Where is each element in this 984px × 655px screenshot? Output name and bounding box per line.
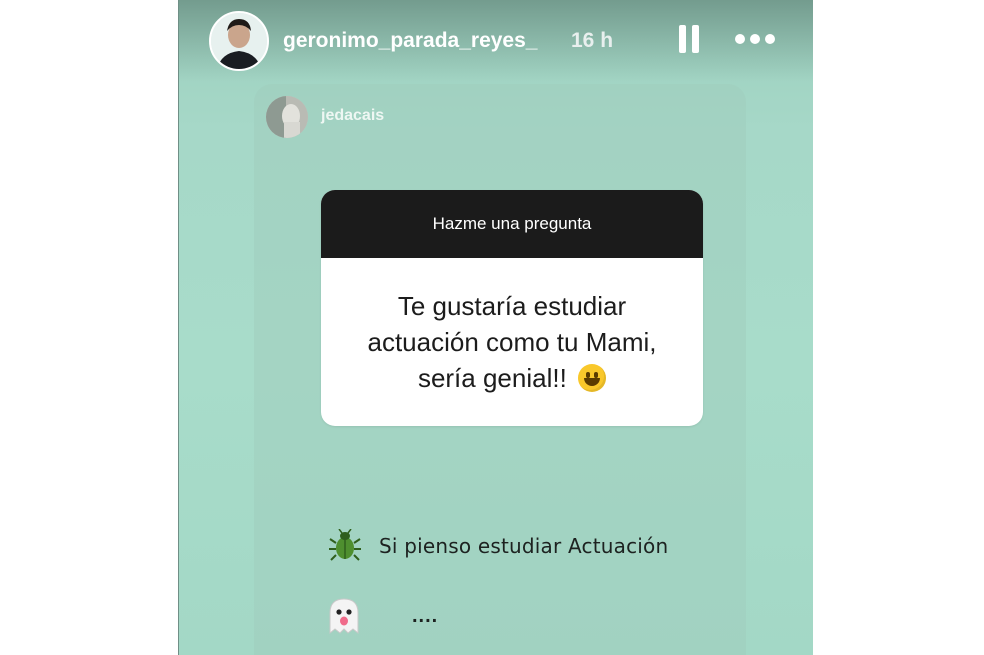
question-text: Te gustaría estudiar actuación como tu M… <box>367 291 657 393</box>
profile-avatar[interactable] <box>209 11 269 71</box>
reply-user-photo <box>266 96 308 138</box>
question-sticker-header: Hazme una pregunta <box>321 190 703 258</box>
reply-username[interactable]: jedacais <box>321 107 384 125</box>
grinning-face-icon <box>578 364 607 392</box>
more-options-icon[interactable] <box>735 30 777 50</box>
ghost-icon <box>329 598 359 635</box>
story-timestamp: 16 h <box>571 29 614 52</box>
answer-line-1: Si pienso estudiar Actuación <box>328 528 668 564</box>
question-sticker-body: Te gustaría estudiar actuación como tu M… <box>321 258 703 426</box>
beetle-icon <box>329 529 361 561</box>
story-header: geronimo_parada_reyes_ 16 h <box>179 0 813 82</box>
reply-user-avatar[interactable] <box>266 96 308 138</box>
story-username[interactable]: geronimo_parada_reyes_ <box>283 29 537 53</box>
question-sticker: Hazme una pregunta Te gustaría estudiar … <box>321 190 703 426</box>
pause-icon[interactable] <box>679 25 701 55</box>
answer-text-1: Si pienso estudiar Actuación <box>379 534 669 558</box>
profile-photo <box>211 13 267 69</box>
answer-text-2: .... <box>412 604 439 627</box>
answer-line-2: .... <box>326 596 438 636</box>
